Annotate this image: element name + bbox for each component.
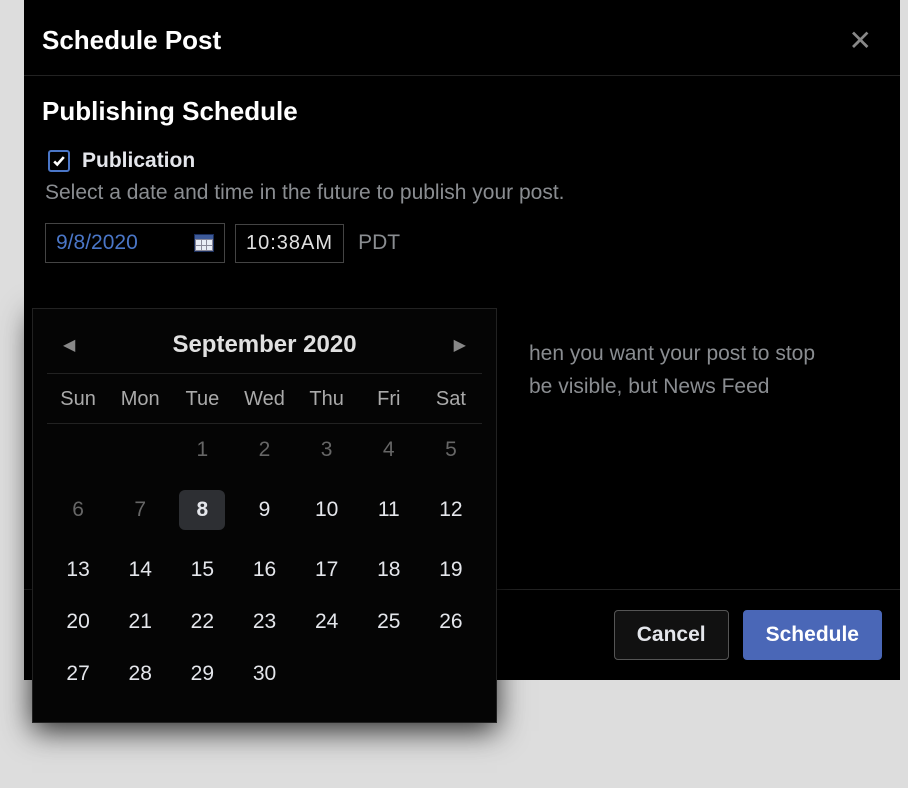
modal-header: Schedule Post ✕ bbox=[24, 0, 900, 76]
calendar-grid: SunMonTueWedThuFriSat1234567891011121314… bbox=[47, 374, 482, 700]
calendar-day-header: Sun bbox=[47, 374, 109, 424]
calendar-day-cell[interactable]: 26 bbox=[420, 596, 482, 648]
calendar-day-cell[interactable]: 20 bbox=[47, 596, 109, 648]
calendar-day-header: Mon bbox=[109, 374, 171, 424]
section-title: Publishing Schedule bbox=[42, 96, 882, 127]
calendar-day-header: Thu bbox=[296, 374, 358, 424]
calendar-day-cell[interactable]: 21 bbox=[109, 596, 171, 648]
calendar-day-cell[interactable]: 30 bbox=[233, 648, 295, 700]
calendar-day-header: Sat bbox=[420, 374, 482, 424]
calendar-day-cell[interactable]: 17 bbox=[296, 544, 358, 596]
calendar-day-empty bbox=[47, 424, 109, 476]
calendar-day-cell: 6 bbox=[47, 476, 109, 544]
date-input[interactable]: 9/8/2020 bbox=[45, 223, 225, 263]
calendar-day-cell[interactable]: 13 bbox=[47, 544, 109, 596]
cancel-button[interactable]: Cancel bbox=[614, 610, 729, 660]
calendar-day-cell[interactable]: 27 bbox=[47, 648, 109, 700]
calendar-day-cell[interactable]: 28 bbox=[109, 648, 171, 700]
calendar-day-cell: 4 bbox=[358, 424, 420, 476]
datetime-row: 9/8/2020 10:38AM PDT bbox=[45, 223, 882, 263]
publication-label: Publication bbox=[82, 149, 195, 173]
calendar-day-cell: 5 bbox=[420, 424, 482, 476]
prev-month-button[interactable]: ◀ bbox=[63, 335, 75, 355]
calendar-day-cell[interactable]: 29 bbox=[171, 648, 233, 700]
time-input[interactable]: 10:38AM bbox=[235, 224, 344, 263]
calendar-day-cell[interactable]: 19 bbox=[420, 544, 482, 596]
date-input-value: 9/8/2020 bbox=[56, 231, 138, 255]
calendar-day-cell[interactable]: 18 bbox=[358, 544, 420, 596]
calendar-day-cell[interactable]: 16 bbox=[233, 544, 295, 596]
calendar-day-header: Wed bbox=[233, 374, 295, 424]
calendar-day-header: Fri bbox=[358, 374, 420, 424]
checkmark-icon bbox=[52, 154, 66, 168]
publication-checkbox[interactable] bbox=[48, 150, 70, 172]
distribution-partial-text: hen you want your post to stop be visibl… bbox=[529, 338, 815, 403]
calendar-day-cell[interactable]: 24 bbox=[296, 596, 358, 648]
schedule-button[interactable]: Schedule bbox=[743, 610, 882, 660]
calendar-day-cell: 2 bbox=[233, 424, 295, 476]
calendar-day-header: Tue bbox=[171, 374, 233, 424]
calendar-day-cell[interactable]: 12 bbox=[420, 476, 482, 544]
calendar-day-empty bbox=[109, 424, 171, 476]
calendar-icon bbox=[194, 234, 214, 252]
calendar-day-cell[interactable]: 22 bbox=[171, 596, 233, 648]
calendar-day-cell: 1 bbox=[171, 424, 233, 476]
calendar-day-cell[interactable]: 8 bbox=[171, 476, 233, 544]
calendar-header: ◀ September 2020 ▶ bbox=[47, 321, 482, 374]
calendar-day-cell[interactable]: 25 bbox=[358, 596, 420, 648]
calendar-day-cell: 3 bbox=[296, 424, 358, 476]
modal-title: Schedule Post bbox=[42, 25, 221, 56]
close-button[interactable]: ✕ bbox=[849, 24, 872, 57]
calendar-day-cell[interactable]: 10 bbox=[296, 476, 358, 544]
calendar-day-empty bbox=[296, 648, 358, 700]
publication-help-text: Select a date and time in the future to … bbox=[45, 181, 882, 205]
calendar-day-empty bbox=[420, 648, 482, 700]
calendar-popup: ◀ September 2020 ▶ SunMonTueWedThuFriSat… bbox=[32, 308, 497, 723]
calendar-day-cell: 7 bbox=[109, 476, 171, 544]
timezone-label: PDT bbox=[358, 231, 400, 255]
calendar-day-cell[interactable]: 23 bbox=[233, 596, 295, 648]
calendar-month-year: September 2020 bbox=[172, 331, 356, 359]
calendar-day-empty bbox=[358, 648, 420, 700]
next-month-button[interactable]: ▶ bbox=[454, 335, 466, 355]
time-input-value: 10:38AM bbox=[246, 232, 333, 254]
calendar-day-cell[interactable]: 11 bbox=[358, 476, 420, 544]
calendar-day-cell[interactable]: 9 bbox=[233, 476, 295, 544]
calendar-day-cell[interactable]: 15 bbox=[171, 544, 233, 596]
publication-checkbox-row: Publication bbox=[42, 149, 882, 173]
calendar-day-cell[interactable]: 14 bbox=[109, 544, 171, 596]
